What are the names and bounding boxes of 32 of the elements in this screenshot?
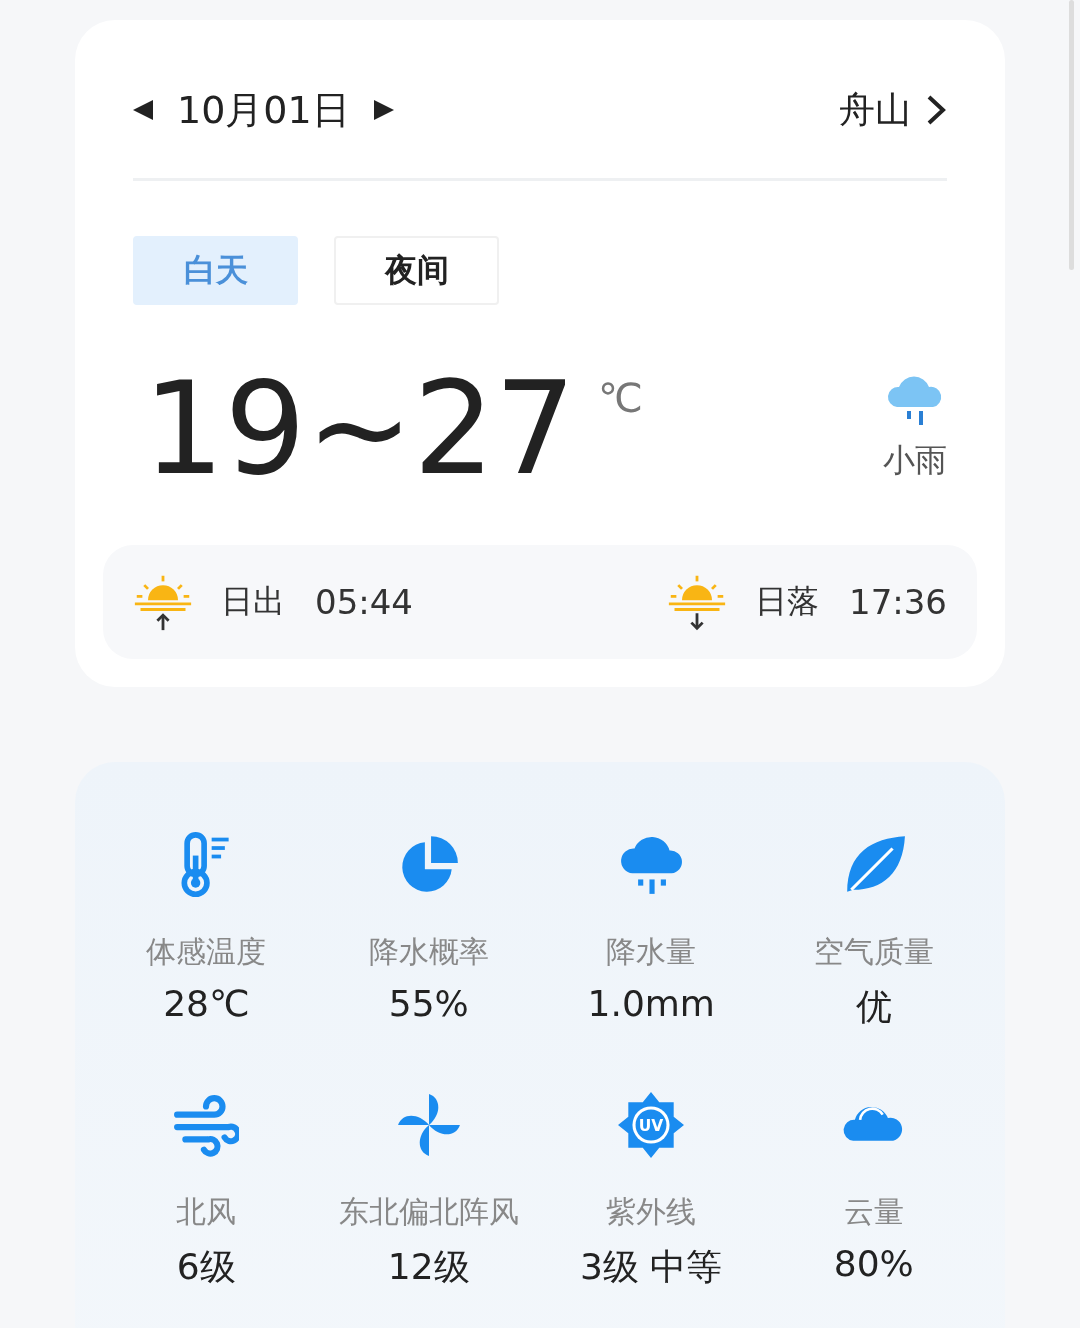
detail-label: 体感温度 <box>146 933 267 971</box>
detail-label: 降水概率 <box>368 933 489 971</box>
detail-value: 3级 中等 <box>580 1245 723 1289</box>
city-label[interactable]: 舟山 <box>839 85 911 135</box>
detail-value: 1.0mm <box>587 983 715 1024</box>
weather-condition: 小雨 <box>883 440 947 481</box>
detail-value: 6级 <box>176 1245 236 1289</box>
sun-time: 17:36 <box>849 582 947 622</box>
sun-label: 日出 <box>221 581 285 622</box>
wind-icon <box>173 1092 240 1158</box>
period-tab[interactable]: 夜间 <box>334 236 499 305</box>
detail-label: 降水量 <box>606 933 697 971</box>
detail-value: 28℃ <box>163 983 250 1024</box>
detail-value: 80% <box>833 1243 914 1284</box>
detail-label: 东北偏北阵风 <box>338 1193 519 1231</box>
detail-value: 55% <box>388 983 469 1024</box>
detail-label: 北风 <box>176 1193 237 1231</box>
date-label: 10月01日 <box>177 86 350 134</box>
chevron-icon[interactable] <box>925 93 947 127</box>
previous-icon[interactable] <box>133 98 153 122</box>
detail-label: 紫外线 <box>606 1193 697 1231</box>
detail-value: 优 <box>855 985 892 1029</box>
pinwheel-icon <box>395 1092 462 1158</box>
temperature-range: 19~27 <box>143 365 576 493</box>
next-icon[interactable] <box>373 98 394 122</box>
uv-sun-icon: UV <box>618 1092 685 1158</box>
sun-label: 日落 <box>755 581 819 622</box>
detail-value: 12级 <box>387 1245 470 1289</box>
detail-label: 空气质量 <box>813 933 934 971</box>
sun-time: 05:44 <box>315 582 413 622</box>
detail-label: 云量 <box>843 1193 904 1231</box>
temperature-unit: ℃ <box>598 375 643 421</box>
